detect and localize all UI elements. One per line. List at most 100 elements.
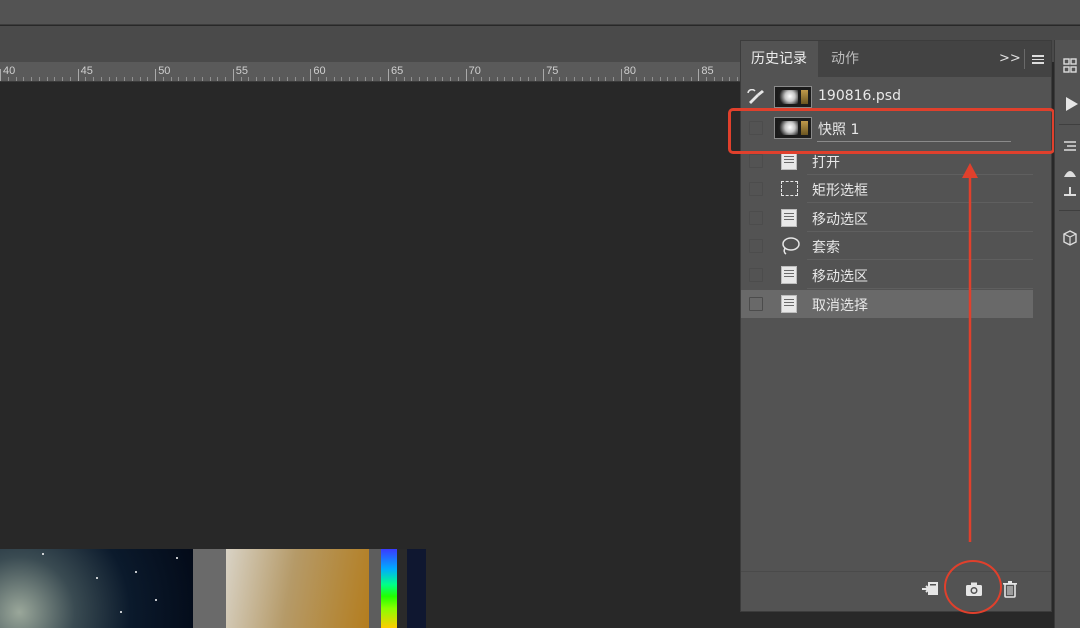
history-snapshot-row[interactable]: 190816.psd bbox=[741, 83, 1033, 111]
collapse-panels-button[interactable]: >> bbox=[999, 51, 1021, 66]
ruler-minor-tick bbox=[558, 77, 560, 81]
ruler-minor-tick bbox=[613, 77, 615, 81]
ruler-major-tick bbox=[232, 69, 234, 81]
history-step-row-selected[interactable]: 取消选择 bbox=[741, 290, 1033, 318]
strip-divider bbox=[1059, 210, 1080, 211]
navy-strip bbox=[407, 549, 426, 628]
ruler-minor-tick bbox=[100, 77, 102, 81]
ruler-minor-tick bbox=[690, 77, 692, 81]
ruler-minor-tick bbox=[729, 77, 731, 81]
horizontal-ruler[interactable]: 40 45 50 55 60 65 70 75 80 85 bbox=[0, 62, 740, 82]
ruler-tick-label: 70 bbox=[468, 65, 481, 77]
ruler-tick-label: 80 bbox=[623, 65, 637, 77]
ruler-minor-tick bbox=[512, 77, 514, 81]
image-gap bbox=[397, 549, 407, 628]
ruler-minor-tick bbox=[279, 77, 281, 81]
ruler-minor-tick bbox=[325, 77, 327, 81]
history-source-checkbox[interactable] bbox=[749, 154, 763, 168]
ruler-minor-tick bbox=[395, 77, 397, 81]
ruler-minor-tick bbox=[217, 77, 219, 81]
ruler-minor-tick bbox=[341, 77, 343, 81]
ruler-minor-tick bbox=[116, 77, 118, 81]
ruler-minor-tick bbox=[380, 77, 382, 81]
ruler-minor-tick bbox=[256, 77, 258, 81]
ruler-minor-tick bbox=[124, 77, 126, 81]
history-item-label: 套索 bbox=[812, 240, 840, 256]
ruler-minor-tick bbox=[473, 77, 475, 81]
ruler-minor-tick bbox=[209, 77, 211, 81]
ruler-minor-tick bbox=[721, 77, 723, 81]
camera-highlight-annotation bbox=[944, 560, 1002, 614]
ruler-minor-tick bbox=[550, 77, 552, 81]
history-step-row[interactable]: 套索 bbox=[741, 232, 1033, 260]
ruler-minor-tick bbox=[225, 77, 227, 81]
night-sky-image bbox=[0, 549, 193, 628]
ruler-minor-tick bbox=[294, 77, 296, 81]
ruler-minor-tick bbox=[636, 77, 638, 81]
ruler-minor-tick bbox=[31, 77, 33, 81]
image-gap bbox=[193, 549, 226, 628]
document-icon bbox=[781, 266, 797, 284]
ruler-minor-tick bbox=[263, 77, 265, 81]
ruler-minor-tick bbox=[706, 77, 708, 81]
ruler-minor-tick bbox=[7, 77, 9, 81]
history-brush-icon[interactable] bbox=[747, 89, 767, 105]
spectrum-strip bbox=[381, 549, 397, 628]
tab-history[interactable]: 历史记录 bbox=[741, 41, 818, 77]
ruler-minor-tick bbox=[356, 77, 358, 81]
trash-icon[interactable] bbox=[1001, 580, 1019, 598]
ruler-minor-tick bbox=[364, 77, 366, 81]
history-source-checkbox[interactable] bbox=[749, 297, 763, 311]
ruler-major-tick bbox=[77, 69, 79, 81]
ruler-minor-tick bbox=[496, 77, 498, 81]
panel-icon[interactable] bbox=[1063, 58, 1077, 80]
ruler-minor-tick bbox=[574, 77, 576, 81]
title-bar bbox=[0, 0, 1080, 25]
history-source-checkbox[interactable] bbox=[749, 182, 763, 196]
history-source-checkbox[interactable] bbox=[749, 268, 763, 282]
history-item-label: 移动选区 bbox=[812, 212, 868, 228]
document-canvas[interactable] bbox=[0, 83, 740, 628]
ruler-minor-tick bbox=[85, 77, 87, 81]
image-gap bbox=[369, 549, 381, 628]
ruler-minor-tick bbox=[54, 77, 56, 81]
ruler-minor-tick bbox=[147, 77, 149, 81]
ruler-minor-tick bbox=[302, 77, 304, 81]
ruler-minor-tick bbox=[162, 77, 164, 81]
play-icon[interactable] bbox=[1065, 96, 1079, 112]
ruler-tick-label: 50 bbox=[158, 65, 171, 77]
history-step-row[interactable]: 移动选区 bbox=[741, 204, 1033, 232]
history-source-checkbox[interactable] bbox=[749, 239, 763, 253]
3d-cube-icon[interactable] bbox=[1063, 230, 1077, 246]
ruler-minor-tick bbox=[426, 77, 428, 81]
history-panel-footer bbox=[741, 571, 1051, 605]
lasso-icon bbox=[782, 237, 800, 255]
tab-actions[interactable]: 动作 bbox=[821, 41, 877, 77]
paragraph-style-icon[interactable] bbox=[1063, 140, 1077, 154]
shape-icon[interactable] bbox=[1063, 164, 1077, 178]
ruler-minor-tick bbox=[403, 77, 405, 81]
ruler-minor-tick bbox=[488, 77, 490, 81]
history-step-row[interactable]: 移动选区 bbox=[741, 261, 1033, 289]
history-item-label: 移动选区 bbox=[812, 269, 868, 285]
ruler-minor-tick bbox=[457, 77, 459, 81]
tool-panel-strip bbox=[1054, 40, 1080, 628]
history-item-label: 190816.psd bbox=[818, 88, 901, 104]
ruler-minor-tick bbox=[651, 77, 653, 81]
history-step-row[interactable]: 矩形选框 bbox=[741, 175, 1033, 203]
ruler-minor-tick bbox=[535, 77, 537, 81]
ruler-minor-tick bbox=[201, 77, 203, 81]
ruler-minor-tick bbox=[566, 77, 568, 81]
panel-menu-icon[interactable] bbox=[1032, 55, 1044, 64]
ruler-minor-tick bbox=[481, 77, 483, 81]
history-source-checkbox[interactable] bbox=[749, 211, 763, 225]
snapshot-thumbnail bbox=[774, 86, 812, 108]
brush-preset-icon[interactable] bbox=[1063, 185, 1077, 199]
ruler-minor-tick bbox=[589, 77, 591, 81]
new-document-from-state-icon[interactable] bbox=[921, 580, 941, 598]
snapshot-highlight-annotation bbox=[728, 108, 1055, 154]
ruler-minor-tick bbox=[519, 77, 521, 81]
ruler-minor-tick bbox=[411, 77, 413, 81]
ruler-tick-label: 40 bbox=[3, 65, 16, 77]
ruler-minor-tick bbox=[628, 77, 630, 81]
